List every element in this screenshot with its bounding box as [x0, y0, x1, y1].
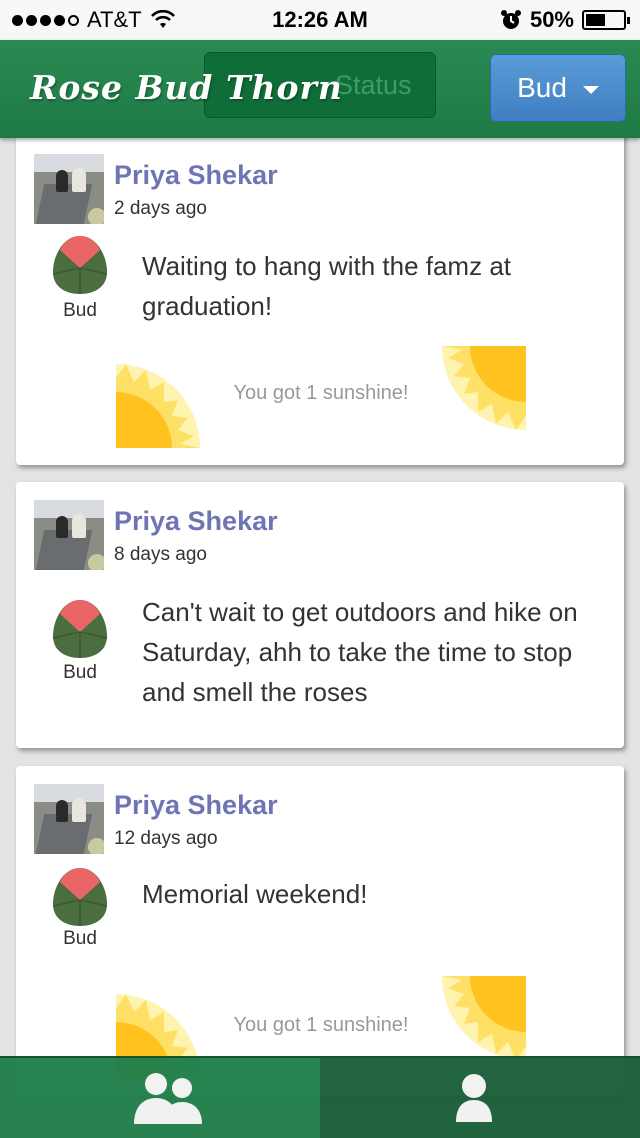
post-card: Priya Shekar 8 days ago Bud Can't wait t…	[16, 482, 624, 748]
post-timestamp: 12 days ago	[114, 828, 218, 849]
post-text: Waiting to hang with the famz at graduat…	[142, 251, 512, 321]
dropdown-label: Bud	[517, 72, 567, 103]
post-timestamp: 8 days ago	[114, 544, 207, 565]
bud-icon	[52, 236, 108, 294]
battery-icon	[582, 10, 630, 30]
tab-profile[interactable]	[320, 1058, 640, 1138]
group-icon	[134, 1073, 202, 1124]
category-label: Bud	[63, 300, 97, 321]
app-navbar: Status Rose Bud Thorn Bud	[0, 40, 640, 138]
author-name[interactable]: Priya Shekar	[114, 506, 278, 537]
post-text: Can't wait to get outdoors and hike on S…	[142, 597, 578, 707]
bottom-tab-bar	[0, 1056, 640, 1138]
battery-percent: 50%	[529, 7, 574, 32]
avatar	[34, 154, 104, 224]
sunshine-icon[interactable]	[116, 364, 200, 448]
post-text: Memorial weekend!	[142, 879, 368, 909]
app-title: Rose Bud Thorn	[30, 68, 343, 107]
category-label: Bud	[63, 662, 97, 683]
avatar	[34, 500, 104, 570]
category-filter-dropdown[interactable]: Bud	[490, 54, 626, 122]
bud-icon	[52, 600, 108, 658]
bud-icon	[52, 868, 108, 926]
caret-down-icon	[582, 86, 599, 94]
sunshine-count: You got 1 sunshine!	[233, 382, 409, 404]
post-card: Priya Shekar 2 days ago Bud Waiting to h…	[16, 128, 624, 465]
tab-friends[interactable]	[0, 1058, 320, 1138]
post-card: Priya Shekar 12 days ago Bud Memorial we…	[16, 766, 624, 1096]
sunshine-count: You got 1 sunshine!	[233, 1014, 409, 1036]
author-name[interactable]: Priya Shekar	[114, 790, 278, 821]
alarm-icon	[500, 10, 521, 29]
sunshine-icon[interactable]	[442, 976, 526, 1060]
post-timestamp: 2 days ago	[114, 198, 207, 219]
status-bar: AT&T 12:26 AM 50%	[0, 0, 640, 40]
sunshine-icon[interactable]	[442, 346, 526, 430]
author-name[interactable]: Priya Shekar	[114, 160, 278, 191]
person-icon	[456, 1074, 492, 1122]
category-label: Bud	[63, 928, 97, 949]
avatar	[34, 784, 104, 854]
